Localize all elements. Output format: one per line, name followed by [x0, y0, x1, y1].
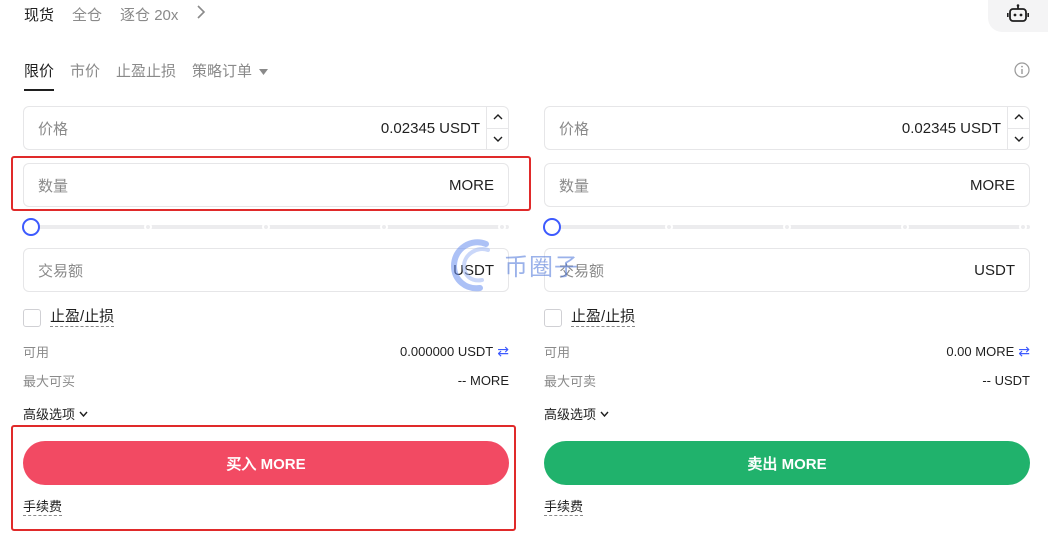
sell-amount-unit: MORE [970, 176, 1015, 194]
buy-price-field[interactable]: 价格 0.02345 USDT [23, 106, 509, 150]
sell-button[interactable]: 卖出 MORE [544, 441, 1030, 485]
buy-available-row: 可用 0.000000 USDT ⇄ [23, 342, 509, 361]
slider-knob[interactable] [22, 218, 40, 236]
sell-available-row: 可用 0.00 MORE ⇄ [544, 342, 1030, 361]
buy-price-stepper [486, 107, 508, 149]
slider-knob[interactable] [543, 218, 561, 236]
buy-max-value: -- MORE [457, 373, 509, 388]
sell-max-row: 最大可卖 -- USDT [544, 371, 1030, 390]
slider-dot[interactable] [262, 223, 270, 231]
sell-amount-slider[interactable] [543, 218, 1030, 236]
buy-max-row: 最大可买 -- MORE [23, 371, 509, 390]
buy-total-unit: USDT [453, 261, 494, 279]
swap-icon[interactable]: ⇄ [497, 343, 509, 360]
sell-panel: 价格 0.02345 USDT 数量 MORE 交易额 USDT 止盈/止损 可… [543, 106, 1030, 526]
slider-track [31, 225, 509, 229]
tab-market[interactable]: 市价 [70, 60, 100, 91]
slider-dot[interactable] [783, 223, 791, 231]
buy-fee-label[interactable]: 手续费 [23, 499, 63, 516]
sell-price-unit: USDT [960, 119, 1001, 137]
chevron-up-icon[interactable] [1008, 107, 1029, 128]
sell-price-label: 价格 [559, 120, 590, 138]
tab-strategy-label: 策略订单 [192, 63, 253, 80]
buy-price-label: 价格 [38, 120, 69, 138]
sell-price-field[interactable]: 价格 0.02345 USDT [544, 106, 1030, 150]
chevron-right-icon[interactable] [196, 5, 206, 24]
chevron-down-icon [79, 411, 88, 417]
sell-tpsl-toggle[interactable]: 止盈/止损 [544, 308, 636, 327]
trading-bot-button[interactable] [988, 0, 1048, 32]
tab-tpsl[interactable]: 止盈止损 [116, 60, 176, 91]
buy-panel: 价格 0.02345 USDT 数量 MORE 交易额 USDT 止盈/止损 可… [22, 106, 509, 526]
caret-down-icon [259, 69, 269, 76]
sell-advanced-options[interactable]: 高级选项 [544, 404, 609, 423]
slider-dot[interactable] [380, 223, 388, 231]
slider-dot[interactable] [144, 223, 152, 231]
sell-fee-label[interactable]: 手续费 [544, 499, 584, 516]
margin-mode-tabs: 现货 全仓 逐仓 20x [24, 4, 206, 25]
buy-amount-label: 数量 [38, 177, 69, 195]
sell-price-stepper [1007, 107, 1029, 149]
buy-tpsl-label: 止盈/止损 [50, 308, 115, 327]
buy-button[interactable]: 买入 MORE [23, 441, 509, 485]
sell-total-label: 交易额 [559, 262, 605, 280]
tab-spot[interactable]: 现货 [24, 4, 54, 25]
order-type-tabs: 限价 市价 止盈止损 策略订单 [24, 60, 269, 91]
buy-available-value: 0.000000 USDT [400, 344, 494, 359]
tab-limit[interactable]: 限价 [24, 60, 55, 91]
chevron-down-icon[interactable] [1008, 127, 1029, 150]
slider-dot[interactable] [901, 223, 909, 231]
buy-advanced-options[interactable]: 高级选项 [23, 404, 88, 423]
buy-tpsl-toggle[interactable]: 止盈/止损 [23, 308, 115, 327]
sell-advanced-label: 高级选项 [544, 407, 597, 422]
chevron-down-icon [600, 411, 609, 417]
buy-price-value: 0.02345 [380, 119, 436, 137]
slider-dot[interactable] [498, 223, 506, 231]
chevron-up-icon[interactable] [487, 107, 508, 128]
buy-amount-field[interactable]: 数量 MORE [23, 163, 509, 207]
buy-max-label: 最大可买 [23, 374, 76, 389]
sell-total-field[interactable]: 交易额 USDT [544, 248, 1030, 292]
sell-max-value: -- USDT [982, 373, 1030, 388]
slider-dot[interactable] [1019, 223, 1027, 231]
slider-track [552, 225, 1030, 229]
chevron-down-icon[interactable] [487, 127, 508, 150]
slider-dot[interactable] [665, 223, 673, 231]
sell-tpsl-checkbox[interactable] [544, 308, 562, 327]
buy-total-field[interactable]: 交易额 USDT [23, 248, 509, 292]
tab-cross[interactable]: 全仓 [72, 4, 102, 25]
buy-available-label: 可用 [23, 345, 50, 360]
buy-advanced-label: 高级选项 [23, 407, 76, 422]
sell-available-value: 0.00 MORE [946, 344, 1015, 359]
sell-total-unit: USDT [974, 261, 1015, 279]
buy-tpsl-checkbox[interactable] [23, 308, 41, 327]
buy-total-label: 交易额 [38, 262, 84, 280]
sell-tpsl-label: 止盈/止损 [571, 308, 636, 327]
tab-isolated[interactable]: 逐仓 20x [120, 4, 178, 25]
tab-strategy[interactable]: 策略订单 [192, 60, 269, 91]
sell-available-label: 可用 [544, 345, 571, 360]
buy-price-unit: USDT [439, 119, 480, 137]
robot-icon [1007, 3, 1030, 29]
sell-max-label: 最大可卖 [544, 374, 597, 389]
buy-amount-unit: MORE [449, 176, 494, 194]
swap-icon[interactable]: ⇄ [1018, 343, 1030, 360]
sell-amount-label: 数量 [559, 177, 590, 195]
sell-price-value: 0.02345 [901, 119, 957, 137]
buy-amount-slider[interactable] [22, 218, 509, 236]
sell-amount-field[interactable]: 数量 MORE [544, 163, 1030, 207]
info-icon[interactable] [1014, 62, 1030, 78]
